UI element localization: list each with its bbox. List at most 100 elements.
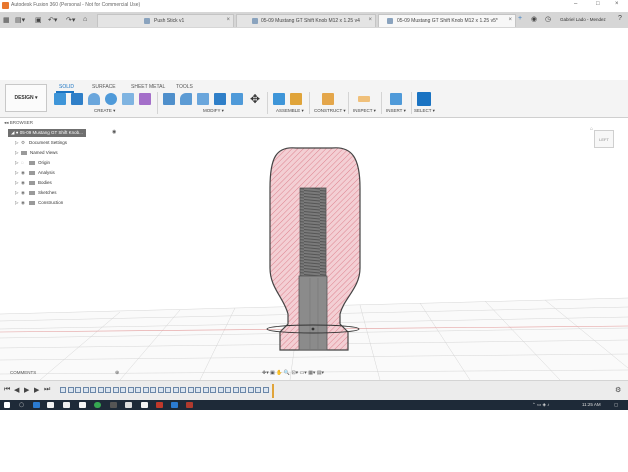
mail-icon[interactable]: [79, 402, 86, 408]
minimize-button[interactable]: –: [574, 1, 577, 7]
app-icon[interactable]: [110, 402, 117, 408]
timeline-marker[interactable]: [272, 384, 274, 398]
timeline-feature-icon[interactable]: [142, 387, 149, 393]
measure-icon[interactable]: [358, 96, 370, 102]
tab-push-stick[interactable]: Push Stick v1 ×: [97, 14, 234, 27]
tab-sheet-metal[interactable]: SHEET METAL: [131, 84, 165, 90]
timeline-feature-icon[interactable]: [202, 387, 209, 393]
timeline-feature-icon[interactable]: [112, 387, 119, 393]
timeline-feature-icon[interactable]: [90, 387, 96, 393]
add-comment-icon[interactable]: ⊕: [115, 370, 119, 376]
step-forward-icon[interactable]: ▶: [34, 386, 39, 394]
edge-icon[interactable]: [33, 402, 40, 408]
create-sketch-icon[interactable]: [71, 93, 83, 105]
app-icon[interactable]: [141, 402, 148, 408]
fillet-icon[interactable]: [180, 93, 192, 105]
undo-icon[interactable]: ↶▾: [48, 16, 57, 24]
timeline-feature-icon[interactable]: [60, 387, 66, 393]
shell-icon[interactable]: [214, 93, 226, 105]
joint-icon[interactable]: [290, 93, 302, 105]
timeline-feature-icon[interactable]: [150, 387, 156, 393]
timeline-settings-icon[interactable]: ⚙: [615, 386, 621, 394]
timeline-feature-icon[interactable]: [240, 387, 246, 393]
timeline-feature-icon[interactable]: [75, 387, 81, 393]
timeline-feature-icon[interactable]: [127, 387, 134, 393]
timeline-feature-icon[interactable]: [187, 387, 194, 393]
help-icon[interactable]: ?: [618, 15, 622, 22]
go-to-end-icon[interactable]: ⏭: [44, 386, 50, 394]
press-pull-icon[interactable]: [163, 93, 175, 105]
system-tray-icons[interactable]: ⌃ ▭ ◈ ♪: [532, 402, 549, 408]
orbit-icon[interactable]: ✥▾: [262, 370, 270, 376]
sync-icon[interactable]: ◉: [531, 15, 537, 23]
timeline-feature-icon[interactable]: [97, 387, 104, 393]
timeline-feature-icon[interactable]: [172, 387, 179, 393]
close-button[interactable]: ×: [615, 1, 619, 7]
timeline-feature-icon[interactable]: [135, 387, 141, 393]
home-icon[interactable]: ⌂: [83, 16, 87, 23]
offset-plane-icon[interactable]: [322, 93, 334, 105]
insert-image-icon[interactable]: [390, 93, 402, 105]
display-settings-icon[interactable]: ▭▾: [300, 370, 309, 376]
sweep-icon[interactable]: [122, 93, 134, 105]
apps-grid-icon[interactable]: ▦: [3, 16, 10, 24]
close-tab-icon[interactable]: ×: [508, 17, 512, 23]
timeline-feature-icon[interactable]: [217, 387, 224, 393]
close-tab-icon[interactable]: ×: [226, 17, 230, 23]
notification-center-icon[interactable]: ▢: [614, 402, 618, 408]
canvas-viewport[interactable]: ◂◂ BROWSER ◢ ● 05-09 Mustang GT Shift Kn…: [0, 118, 628, 380]
timeline-feature-icon[interactable]: [262, 387, 269, 393]
play-icon[interactable]: ▶: [24, 386, 29, 394]
notifications-icon[interactable]: ◷: [545, 15, 551, 23]
search-icon[interactable]: ◯: [19, 402, 24, 408]
navigation-bar[interactable]: ✥▾ ▣ ✋ 🔍 ⊡▾ ▭▾ ▦▾ ▤▾: [262, 370, 324, 376]
new-component-assemble-icon[interactable]: [273, 93, 285, 105]
tab-surface[interactable]: SURFACE: [92, 84, 116, 90]
save-icon[interactable]: ▣: [35, 16, 42, 24]
clock[interactable]: 11:25 AM: [582, 402, 601, 407]
app-icon[interactable]: [156, 402, 163, 408]
chamfer-icon[interactable]: [197, 93, 209, 105]
timeline-feature-icon[interactable]: [180, 387, 186, 393]
go-to-start-icon[interactable]: ⏮: [4, 386, 10, 394]
timeline-feature-icon[interactable]: [225, 387, 231, 393]
tab-solid[interactable]: SOLID: [59, 84, 74, 90]
file-icon[interactable]: ▤▾: [15, 16, 25, 24]
timeline-feature-icon[interactable]: [105, 387, 111, 393]
pattern-icon[interactable]: [139, 93, 151, 105]
chrome-icon[interactable]: [94, 402, 101, 408]
workspace-switcher-button[interactable]: DESIGN ▾: [5, 84, 47, 112]
tab-tools[interactable]: TOOLS: [176, 84, 193, 90]
select-menu[interactable]: SELECT ▾: [414, 108, 435, 114]
timeline-feature-icon[interactable]: [232, 387, 239, 393]
timeline-feature-icon[interactable]: [157, 387, 164, 393]
fusion-taskbar-icon[interactable]: [186, 402, 193, 408]
revolve-icon[interactable]: [105, 93, 117, 105]
move-icon[interactable]: ✥: [249, 93, 261, 105]
close-tab-icon[interactable]: ×: [368, 17, 372, 23]
inspect-menu[interactable]: INSPECT ▾: [353, 108, 376, 114]
tab-shift-knob-v5[interactable]: 05-09 Mustang GT Shift Knob M12 x 1.25 v…: [378, 14, 516, 27]
file-explorer-icon[interactable]: [63, 402, 70, 408]
timeline-feature-icon[interactable]: [195, 387, 201, 393]
grid-settings-icon[interactable]: ▦▾: [308, 370, 317, 376]
assemble-menu[interactable]: ASSEMBLE ▾: [276, 108, 304, 114]
insert-menu[interactable]: INSERT ▾: [386, 108, 406, 114]
timeline-feature-icon[interactable]: [165, 387, 171, 393]
step-back-icon[interactable]: ◀: [14, 386, 19, 394]
windows-start-icon[interactable]: [4, 402, 10, 408]
construct-menu[interactable]: CONSTRUCT ▾: [314, 108, 346, 114]
maximize-button[interactable]: □: [596, 1, 600, 7]
user-name[interactable]: Gabriel Lado - Mendez: [560, 17, 606, 22]
extrude-icon[interactable]: [88, 93, 100, 105]
tab-shift-knob-v4[interactable]: 05-09 Mustang GT Shift Knob M12 x 1.25 v…: [236, 14, 376, 27]
timeline-feature-icon[interactable]: [210, 387, 216, 393]
modify-menu[interactable]: MODIFY ▾: [203, 108, 224, 114]
search-taskbar-icon[interactable]: [47, 402, 54, 408]
app-icon[interactable]: [125, 402, 132, 408]
timeline-feature-icon[interactable]: [67, 387, 74, 393]
pan-icon[interactable]: ✋: [276, 370, 284, 376]
combine-icon[interactable]: [231, 93, 243, 105]
viewports-icon[interactable]: ▤▾: [317, 370, 324, 376]
app-icon[interactable]: [171, 402, 178, 408]
